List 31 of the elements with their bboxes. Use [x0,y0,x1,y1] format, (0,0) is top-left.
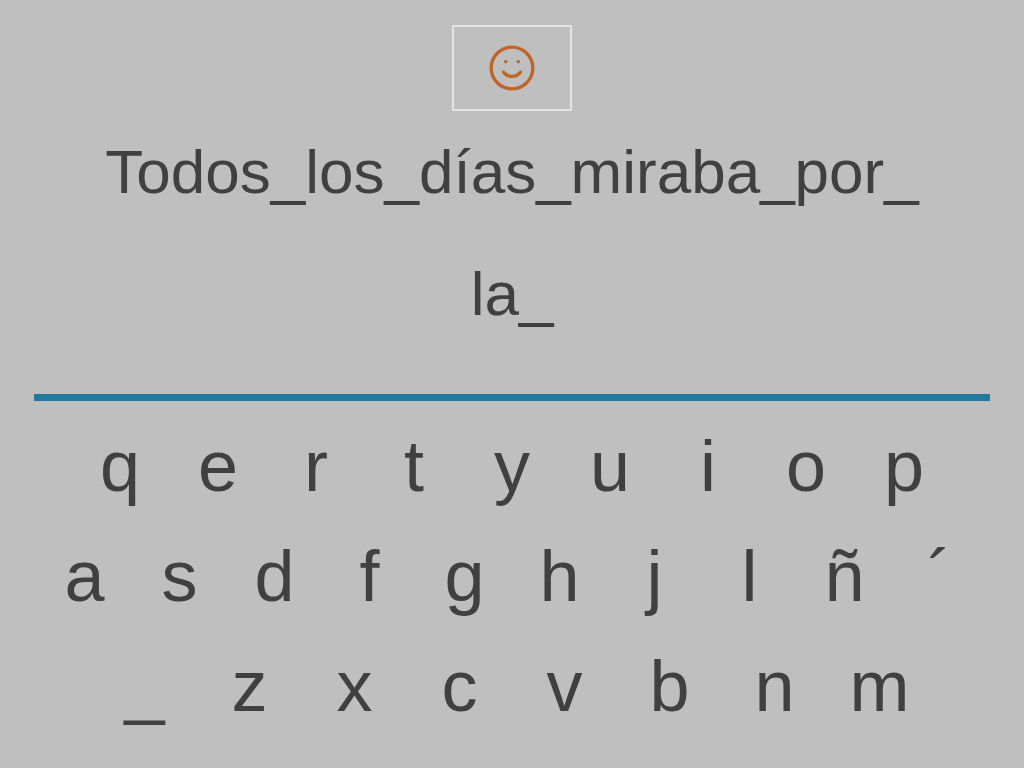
letter-key[interactable]: o [757,411,855,521]
letter-key[interactable]: r [267,411,365,521]
letter-key[interactable]: v [512,631,617,741]
letter-key[interactable]: z [197,631,302,741]
letter-key[interactable]: p [855,411,953,521]
letter-key[interactable]: u [561,411,659,521]
letter-key[interactable]: e [169,411,267,521]
letter-key[interactable]: _ [92,631,197,741]
letter-key[interactable]: f [322,521,417,631]
sentence-line: Todos_los_días_miraba_por_ [105,136,919,208]
hint-box[interactable] [452,25,572,111]
letter-key[interactable]: j [607,521,702,631]
letter-key[interactable]: d [227,521,322,631]
letter-key[interactable]: t [365,411,463,521]
letter-key[interactable]: b [617,631,722,741]
letter-key[interactable]: ´ [892,521,987,631]
letter-key[interactable]: a [37,521,132,631]
smiley-icon [487,43,537,93]
letter-key[interactable]: l [702,521,797,631]
letter-key[interactable]: m [827,631,932,741]
letter-key[interactable]: s [132,521,227,631]
sentence-line: la_ [470,258,554,330]
letter-key[interactable]: h [512,521,607,631]
letter-key[interactable]: n [722,631,827,741]
letter-key[interactable]: x [302,631,407,741]
letter-key[interactable]: q [71,411,169,521]
letter-key[interactable]: y [463,411,561,521]
letter-key[interactable]: i [659,411,757,521]
letter-key[interactable]: c [407,631,512,741]
letter-key[interactable]: g [417,521,512,631]
letter-key[interactable]: ñ [797,521,892,631]
